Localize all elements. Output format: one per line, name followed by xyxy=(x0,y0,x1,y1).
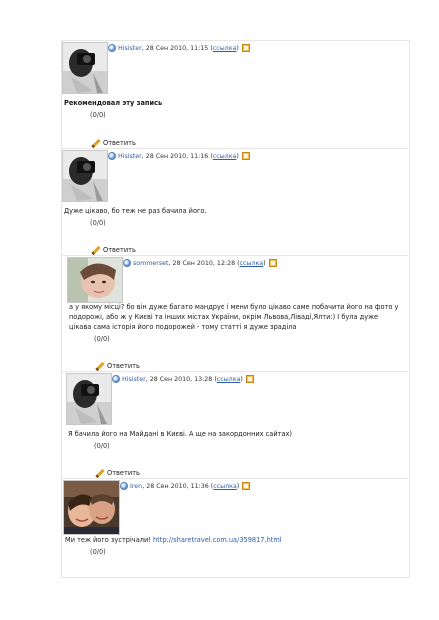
comment-date: , 28 Сен 2010, 13:28 ( xyxy=(145,375,217,383)
url-link[interactable]: http://sharetravel.com.ua/359817.html xyxy=(153,536,282,544)
avatar-image xyxy=(64,481,119,534)
globe-icon xyxy=(108,152,116,160)
pencil-icon xyxy=(91,138,101,148)
author-link[interactable]: Hisister xyxy=(122,376,146,383)
rating: (0/0) xyxy=(90,111,106,119)
comment-text-line: подорожі, або ж у Києві та інших містах … xyxy=(69,313,379,321)
comment-text-line: а у якому місці? бо він дуже багато манд… xyxy=(69,303,399,311)
author-link[interactable]: sommerset xyxy=(133,260,169,267)
thread-icon[interactable] xyxy=(268,259,277,267)
comment-text: Ми теж його зустрічали! http://sharetrav… xyxy=(65,536,282,546)
avatar[interactable] xyxy=(67,257,123,303)
thread-icon[interactable] xyxy=(241,44,250,52)
author-link[interactable]: Iren xyxy=(130,483,142,490)
comment-text: Дуже цікаво, бо теж не раз бачила його. xyxy=(64,207,207,215)
paren-close: ) xyxy=(263,259,266,267)
avatar-image xyxy=(68,258,122,302)
reply-button[interactable]: Ответить xyxy=(95,468,140,478)
author-link[interactable]: Hisister xyxy=(118,45,142,52)
reply-label: Ответить xyxy=(103,139,136,147)
globe-icon xyxy=(112,375,120,383)
comment-text-line: цікава сама історія його подорожей - том… xyxy=(69,323,297,331)
comment-date: , 28 Сен 2010, 11:16 ( xyxy=(141,152,213,160)
paren-close: ) xyxy=(236,482,240,490)
comment-text: Рекомендовал эту запись xyxy=(64,99,163,107)
avatar[interactable] xyxy=(63,480,120,535)
pencil-icon xyxy=(91,245,101,255)
reply-label: Ответить xyxy=(103,246,136,254)
divider xyxy=(62,255,408,256)
comment-text-body: Ми теж його зустрічали! xyxy=(65,536,153,544)
divider xyxy=(62,148,408,149)
permalink[interactable]: ссылка xyxy=(213,483,237,490)
comment-date: , 28 Сен 2010, 11:36 ( xyxy=(142,482,214,490)
permalink[interactable]: ссылка xyxy=(213,153,237,160)
rating: (0/0) xyxy=(94,442,110,450)
avatar[interactable] xyxy=(62,150,108,202)
paren-close: ) xyxy=(236,44,239,52)
pencil-icon xyxy=(95,361,105,371)
paren-close: ) xyxy=(240,375,243,383)
comment-date: , 28 Сен 2010, 12:28 ( xyxy=(168,259,240,267)
reply-label: Ответить xyxy=(107,469,140,477)
globe-icon xyxy=(108,44,116,52)
divider xyxy=(62,478,408,479)
permalink[interactable]: ссылка xyxy=(217,376,241,383)
thread-icon[interactable] xyxy=(242,482,251,490)
comment-meta: Hisister , 28 Сен 2010, 11:16 ( ссылка ) xyxy=(108,152,250,160)
pencil-icon xyxy=(95,468,105,478)
globe-icon xyxy=(120,482,128,490)
avatar-image xyxy=(63,43,107,93)
rating: (0/0) xyxy=(90,219,106,227)
avatar-image xyxy=(63,151,107,201)
reply-label: Ответить xyxy=(107,362,140,370)
avatar-image xyxy=(67,374,111,424)
permalink[interactable]: ссылка xyxy=(213,45,237,52)
comment-meta: sommerset , 28 Сен 2010, 12:28 ( ссылка … xyxy=(123,259,277,267)
comment-meta: Hisister , 28 Сен 2010, 11:15 ( ссылка ) xyxy=(108,44,250,52)
thread-icon[interactable] xyxy=(241,152,250,160)
rating: (0/0) xyxy=(90,548,106,556)
reply-button[interactable]: Ответить xyxy=(91,245,136,255)
avatar[interactable] xyxy=(66,373,112,425)
reply-button[interactable]: Ответить xyxy=(91,138,136,148)
avatar[interactable] xyxy=(62,42,108,94)
comment-meta: Iren , 28 Сен 2010, 11:36 ( ссылка ) xyxy=(120,482,251,490)
comment-text: Я бачила його на Майдані в Києві. А ще н… xyxy=(68,430,292,438)
divider xyxy=(62,371,408,372)
globe-icon xyxy=(123,259,131,267)
comment-date: , 28 Сен 2010, 11:15 ( xyxy=(141,44,213,52)
reply-button[interactable]: Ответить xyxy=(95,361,140,371)
permalink[interactable]: ссылка xyxy=(240,260,264,267)
rating: (0/0) xyxy=(94,335,110,343)
comment-meta: Hisister , 28 Сен 2010, 13:28 ( ссылка ) xyxy=(112,375,254,383)
author-link[interactable]: Hisister xyxy=(118,153,142,160)
thread-icon[interactable] xyxy=(245,375,254,383)
paren-close: ) xyxy=(236,152,239,160)
